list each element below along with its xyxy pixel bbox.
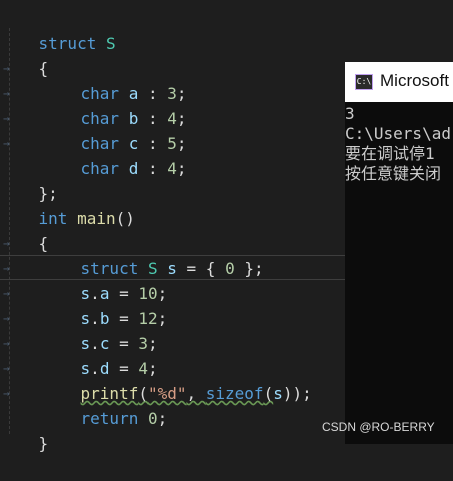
tab-marker-icon: →: [3, 337, 10, 350]
tab-marker-icon: →: [3, 387, 10, 400]
tab-marker-icon: →: [3, 262, 10, 275]
output-line: 要在调试停1: [345, 144, 435, 163]
watermark: CSDN @RO-BERRY: [322, 420, 435, 434]
tab-marker-icon: →: [3, 112, 10, 125]
output-line: C:\Users\ad: [345, 124, 451, 143]
tab-marker-icon: →: [3, 137, 10, 150]
console-title: Microsoft: [380, 71, 449, 90]
tab-marker-icon: →: [3, 237, 10, 250]
console-title-bar[interactable]: C:\ Microsoft: [345, 62, 453, 102]
debug-console-window[interactable]: C:\ Microsoft 3 C:\Users\ad 要在调试停1 按任意键关…: [345, 62, 453, 444]
output-line: 3: [345, 104, 355, 123]
tab-marker-icon: →: [3, 62, 10, 75]
code-line-2[interactable]: {: [0, 31, 453, 78]
tab-marker-icon: →: [3, 287, 10, 300]
tab-marker-icon: →: [3, 312, 10, 325]
tab-marker-icon: →: [3, 362, 10, 375]
output-line: 按任意键关闭: [345, 164, 442, 183]
console-app-icon: C:\: [355, 74, 373, 90]
console-output: 3 C:\Users\ad 要在调试停1 按任意键关闭: [345, 104, 451, 184]
tab-marker-icon: →: [3, 87, 10, 100]
code-line-1[interactable]: struct S: [0, 6, 453, 53]
